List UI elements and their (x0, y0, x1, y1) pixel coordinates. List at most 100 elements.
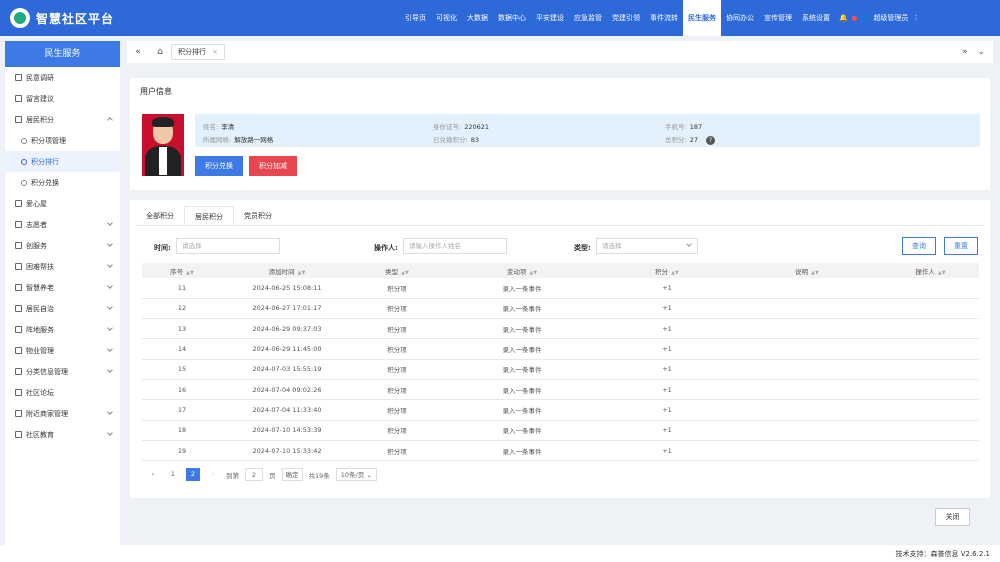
sidebar-item-7[interactable]: 志愿者 (5, 214, 120, 235)
topnav-item-3[interactable]: 数据中心 (493, 0, 531, 36)
close-tab-icon[interactable]: × (212, 45, 218, 59)
doc-icon (15, 431, 22, 438)
sidebar-item-2[interactable]: 居民积分 (5, 109, 120, 130)
table-cell: 录入一条事件 (442, 440, 602, 462)
sidebar-item-14[interactable]: 分类信息管理 (5, 361, 120, 382)
sort-icon[interactable]: ▲▼ (671, 270, 679, 276)
column-header[interactable]: 添加时间 ▲▼ (222, 263, 352, 278)
sidebar-item-8[interactable]: 创服务 (5, 235, 120, 256)
sidebar-item-label: 积分排行 (31, 157, 59, 166)
doc-icon (15, 74, 22, 81)
sort-icon[interactable]: ▲▼ (938, 270, 946, 276)
name-field: 姓名: 李清 (203, 123, 235, 131)
operator-input[interactable]: 请输入操作人姓名 (403, 238, 507, 254)
collapse-icon[interactable]: « (127, 47, 149, 57)
topnav-item-5[interactable]: 应急监管 (569, 0, 607, 36)
sort-icon[interactable]: ▲▼ (401, 270, 409, 276)
topnav-item-8[interactable]: 民生服务 (683, 0, 721, 36)
tab-0[interactable]: 全部积分 (136, 206, 184, 225)
circle-icon (21, 137, 27, 144)
column-header[interactable]: 类型 ▲▼ (352, 263, 442, 278)
user-info-box: 姓名: 李清 所属网格: 解放路一网格 身份证号: 220621 已兑换积分: 83 手… (195, 114, 980, 147)
help-icon[interactable]: ? (705, 136, 715, 145)
page-1[interactable]: 1 (166, 468, 180, 481)
topnav-item-0[interactable]: 引导页 (400, 0, 431, 36)
sidebar-item-4[interactable]: 积分排行 (5, 151, 120, 172)
goto-input[interactable]: 2 (245, 468, 263, 481)
column-header[interactable]: 操作人 ▲▼ (882, 263, 979, 278)
sidebar-item-16[interactable]: 附近商家管理 (5, 403, 120, 424)
sidebar-item-label: 阵地服务 (26, 325, 54, 334)
doc-icon (15, 410, 22, 417)
close-button[interactable]: 关闭 (935, 508, 970, 526)
table-cell: 2024-07-04 09:02:26 (222, 379, 352, 401)
sidebar-item-5[interactable]: 积分兑换 (5, 172, 120, 193)
redeem-button[interactable]: 积分兑换 (195, 156, 243, 176)
goto-confirm-button[interactable]: 确定 (281, 468, 303, 481)
sidebar-item-15[interactable]: 社区论坛 (5, 382, 120, 403)
goto-label: 到第 (226, 471, 239, 480)
column-header[interactable]: 积分 ▲▼ (602, 263, 732, 278)
sidebar-item-10[interactable]: 智慧养老 (5, 277, 120, 298)
page-size-select[interactable]: 10条/页 ⌄ (335, 468, 377, 481)
topnav-item-7[interactable]: 事件流转 (645, 0, 683, 36)
sidebar-item-13[interactable]: 物业管理 (5, 340, 120, 361)
tab-1[interactable]: 居民积分 (184, 206, 234, 225)
tab-2[interactable]: 党员积分 (234, 206, 282, 225)
user-icon[interactable]: 👤 (861, 14, 870, 22)
table-cell: 积分项 (352, 278, 442, 299)
type-select[interactable]: 请选择 (596, 238, 698, 254)
sidebar-item-label: 留言建议 (26, 94, 54, 103)
page-2[interactable]: 2 (186, 468, 200, 481)
home-icon[interactable]: ⌂ (149, 47, 171, 57)
sidebar-item-6[interactable]: 爱心屋 (5, 193, 120, 214)
tab-ranking[interactable]: 积分排行 × (171, 44, 225, 60)
tabs-scroll-icon[interactable]: » (962, 47, 968, 57)
sidebar-item-label: 志愿者 (26, 220, 47, 229)
table-row: 16 2024-07-04 09:02:26 积分项 录入一条事件 +1 (142, 379, 979, 401)
prev-page-icon[interactable]: ‹ (146, 468, 160, 481)
notification-dot (851, 15, 857, 21)
sidebar-item-12[interactable]: 阵地服务 (5, 319, 120, 340)
sidebar-item-3[interactable]: 积分项管理 (5, 130, 120, 151)
total-count: 共19条 (308, 471, 330, 480)
sort-icon[interactable]: ▲▼ (186, 270, 194, 276)
bell-icon[interactable]: 🔔 (839, 14, 848, 22)
reset-button[interactable]: 重置 (944, 237, 978, 255)
table-cell: 录入一条事件 (442, 318, 602, 340)
topnav-item-9[interactable]: 协同办公 (721, 0, 759, 36)
column-header[interactable]: 说明 ▲▼ (732, 263, 882, 278)
more-icon[interactable]: ⋮ (912, 14, 919, 22)
sidebar-item-1[interactable]: 留言建议 (5, 88, 120, 109)
sidebar-item-11[interactable]: 居民自治 (5, 298, 120, 319)
topnav-item-1[interactable]: 可视化 (431, 0, 462, 36)
circle-icon (21, 179, 27, 186)
sidebar-item-9[interactable]: 困难帮扶 (5, 256, 120, 277)
sort-icon[interactable]: ▲▼ (298, 270, 306, 276)
topnav-item-4[interactable]: 平安建设 (531, 0, 569, 36)
table-cell (732, 440, 882, 462)
sort-icon[interactable]: ▲▼ (811, 270, 819, 276)
column-header[interactable]: 序号 ▲▼ (142, 263, 222, 278)
time-picker[interactable]: 请选择 (176, 238, 280, 254)
topnav-item-2[interactable]: 大数据 (462, 0, 493, 36)
query-button[interactable]: 查询 (902, 237, 936, 255)
column-header[interactable]: 变动项 ▲▼ (442, 263, 602, 278)
sort-icon[interactable]: ▲▼ (529, 270, 537, 276)
user-menu[interactable]: 超级管理员 (873, 13, 908, 23)
next-page-icon[interactable]: › (206, 468, 220, 481)
doc-icon (15, 284, 22, 291)
table-cell: 积分项 (352, 440, 442, 462)
table-cell: +1 (602, 420, 732, 441)
chevron-down-icon[interactable]: ⌄ (977, 47, 985, 57)
topnav-item-10[interactable]: 宣传管理 (759, 0, 797, 36)
sidebar-item-0[interactable]: 民意调研 (5, 67, 120, 88)
sidebar-item-17[interactable]: 社区教育 (5, 424, 120, 445)
table-cell: 2024-06-29 11:45:00 (222, 338, 352, 360)
topnav-item-6[interactable]: 党建引领 (607, 0, 645, 36)
table-cell: 录入一条事件 (442, 278, 602, 299)
adjust-points-button[interactable]: 积分加减 (249, 156, 297, 176)
table-cell (732, 399, 882, 421)
table-cell: 2024-07-04 11:33:40 (222, 399, 352, 421)
topnav-item-11[interactable]: 系统设置 (797, 0, 835, 36)
